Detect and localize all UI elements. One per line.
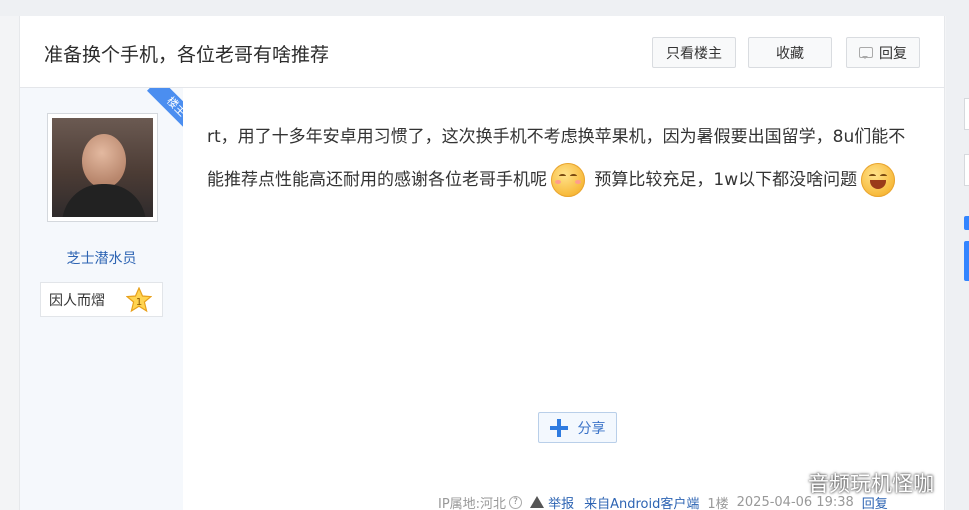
right-sidebar-edge [946,16,969,510]
level-name: 因人而熠 [49,292,105,309]
post-content: rt，用了十多年安卓用习惯了，这次换手机不考虑换苹果机，因为暑假要出国留学，8u… [207,116,917,202]
op-badge: 楼主 [147,88,183,133]
watermark: 音频玩机怪咖 [808,472,934,496]
share-button[interactable]: 分享 [538,412,617,443]
post-panel: 准备换个手机，各位老哥有啥推荐 只看楼主 收藏 回复 芝士潜水员 因人而熠 1 … [19,16,945,510]
smile-emoji-icon [551,163,585,197]
plus-icon [549,418,568,437]
warning-icon [530,496,545,508]
thread-title: 准备换个手机，各位老哥有啥推荐 [44,44,330,66]
level-number: 1 [136,297,142,308]
reply-button[interactable]: 回复 [846,37,920,68]
share-label: 分享 [577,420,606,437]
floor-number: 1楼 [707,496,729,510]
op-ribbon: 楼主 [138,88,183,133]
author-sidebar: 芝士潜水员 因人而熠 1 [20,88,183,510]
only-op-button[interactable]: 只看楼主 [652,37,736,68]
sidebar-box-1[interactable] [964,98,969,130]
thread-header: 准备换个手机，各位老哥有啥推荐 只看楼主 收藏 回复 [20,16,944,88]
report-link[interactable]: 举报 [548,493,574,510]
sidebar-checkbox[interactable] [964,216,969,230]
top-strip [0,0,969,16]
sidebar-blue-button[interactable] [964,241,969,281]
user-level-badge[interactable]: 因人而熠 1 [40,282,163,317]
help-icon[interactable]: ? [509,495,523,509]
grin-emoji-icon [861,163,896,197]
sidebar-box-2[interactable] [964,154,969,186]
username-link[interactable]: 芝士潜水员 [20,248,183,268]
post-text-2: 预算比较充足，1w以下都没啥问题 [589,170,858,190]
ip-location: IP属地:河北 [438,496,507,510]
favorite-button[interactable]: 收藏 [748,37,832,68]
client-source-link[interactable]: 来自Android客户端 [584,493,699,510]
comment-icon [859,47,873,59]
star-icon: 1 [126,287,152,313]
reply-button-label: 回复 [879,45,907,62]
